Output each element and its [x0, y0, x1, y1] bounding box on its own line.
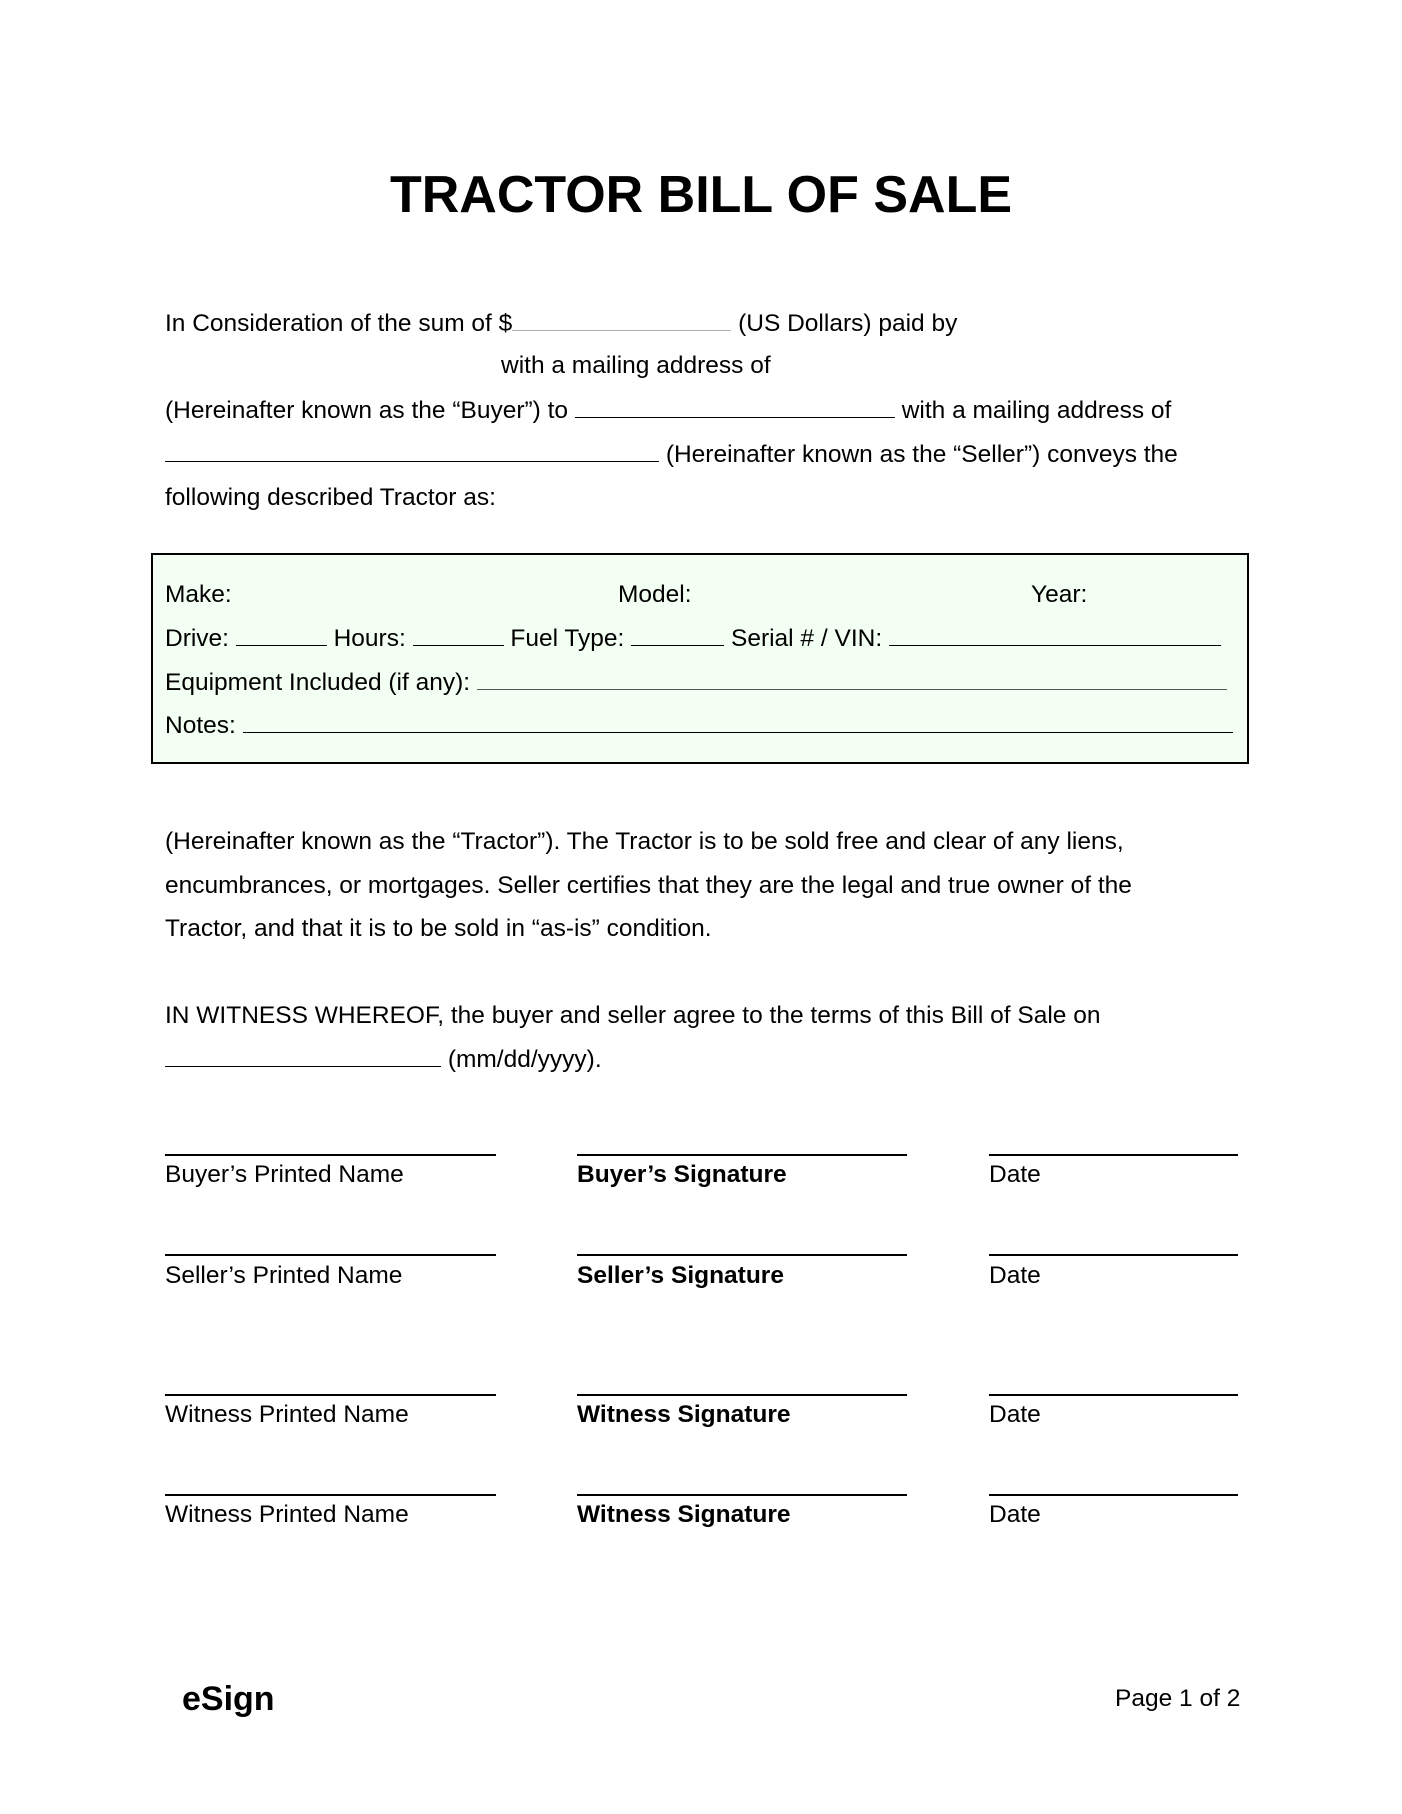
make-label: Make: — [165, 581, 232, 608]
drive-field[interactable] — [235, 623, 327, 646]
seller-known-text: (Hereinafter known as the “Seller”) conv… — [665, 441, 1178, 468]
drive-label: Drive: — [165, 625, 229, 652]
notes-label: Notes: — [165, 712, 236, 739]
fuel-type-field[interactable] — [631, 623, 725, 646]
us-dollars-text: (US Dollars) paid by — [738, 310, 958, 337]
seller-printed-name-line[interactable] — [165, 1254, 496, 1256]
buyer-printed-name-label: Buyer’s Printed Name — [165, 1161, 404, 1188]
intro-line-5: following described Tractor as: — [165, 484, 496, 511]
witness-1-date-line[interactable] — [989, 1394, 1238, 1396]
consideration-text: In Consideration of the sum of $ — [165, 310, 513, 337]
witness-2-date-label: Date — [989, 1501, 1041, 1528]
intro-line-2: with a mailing address of — [501, 352, 771, 379]
witness-line-2: (mm/dd/yyyy). — [165, 1044, 602, 1075]
serial-vin-label: Serial # / VIN: — [730, 625, 883, 652]
sum-amount-field[interactable] — [512, 308, 732, 331]
fuel-type-label: Fuel Type: — [510, 625, 625, 652]
seller-date-line[interactable] — [989, 1254, 1238, 1256]
intro-line-4: (Hereinafter known as the “Seller”) conv… — [165, 439, 1178, 470]
witness-1-date-label: Date — [989, 1401, 1041, 1428]
witness-2-signature-line[interactable] — [577, 1494, 907, 1496]
esign-logo: eSign — [182, 1680, 275, 1718]
agreement-date-field[interactable] — [165, 1044, 441, 1067]
witness-1-printed-name-label: Witness Printed Name — [165, 1401, 409, 1428]
buyer-known-text: (Hereinafter known as the “Buyer”) to — [165, 397, 569, 424]
witness-line-1: IN WITNESS WHEREOF, the buyer and seller… — [165, 1002, 1101, 1029]
seller-address-field[interactable] — [165, 439, 659, 462]
seller-signature-line[interactable] — [577, 1254, 907, 1256]
seller-date-label: Date — [989, 1262, 1041, 1289]
witness-2-date-line[interactable] — [989, 1494, 1238, 1496]
model-label: Model: — [618, 581, 692, 608]
hours-field[interactable] — [412, 623, 504, 646]
seller-printed-name-label: Seller’s Printed Name — [165, 1262, 403, 1289]
witness-2-printed-name-line[interactable] — [165, 1494, 496, 1496]
equipment-field[interactable] — [476, 667, 1227, 690]
terms-line-2: encumbrances, or mortgages. Seller certi… — [165, 872, 1132, 899]
seller-address-text: with a mailing address of — [901, 397, 1172, 424]
notes-field[interactable] — [242, 710, 1233, 733]
document-title: TRACTOR BILL OF SALE — [389, 166, 1013, 224]
terms-line-3: Tractor, and that it is to be sold in “a… — [165, 915, 712, 942]
witness-2-printed-name-label: Witness Printed Name — [165, 1501, 409, 1528]
intro-line-3: (Hereinafter known as the “Buyer”) to wi… — [165, 395, 1171, 426]
buyer-date-line[interactable] — [989, 1154, 1238, 1156]
intro-line-1: In Consideration of the sum of $ (US Dol… — [165, 308, 957, 339]
witness-1-printed-name-line[interactable] — [165, 1394, 496, 1396]
witness-1-signature-line[interactable] — [577, 1394, 907, 1396]
buyer-signature-label: Buyer’s Signature — [577, 1161, 787, 1188]
hours-label: Hours: — [333, 625, 406, 652]
seller-name-field[interactable] — [574, 395, 895, 418]
serial-vin-field[interactable] — [888, 623, 1221, 646]
terms-line-1: (Hereinafter known as the “Tractor”). Th… — [165, 828, 1124, 855]
equipment-label: Equipment Included (if any): — [165, 669, 471, 696]
buyer-printed-name-line[interactable] — [165, 1154, 496, 1156]
witness-2-signature-label: Witness Signature — [577, 1501, 791, 1528]
buyer-signature-line[interactable] — [577, 1154, 907, 1156]
equipment-row: Equipment Included (if any): — [165, 667, 1227, 698]
witness-1-signature-label: Witness Signature — [577, 1401, 791, 1428]
year-label: Year: — [1031, 581, 1088, 608]
notes-row: Notes: — [165, 710, 1233, 741]
seller-signature-label: Seller’s Signature — [577, 1262, 784, 1289]
date-format-hint: (mm/dd/yyyy). — [447, 1046, 602, 1073]
drive-hours-fuel-serial-row: Drive: Hours: Fuel Type: Serial # / VIN: — [165, 623, 1221, 654]
buyer-date-label: Date — [989, 1161, 1041, 1188]
page-number: Page 1 of 2 — [1115, 1685, 1241, 1712]
